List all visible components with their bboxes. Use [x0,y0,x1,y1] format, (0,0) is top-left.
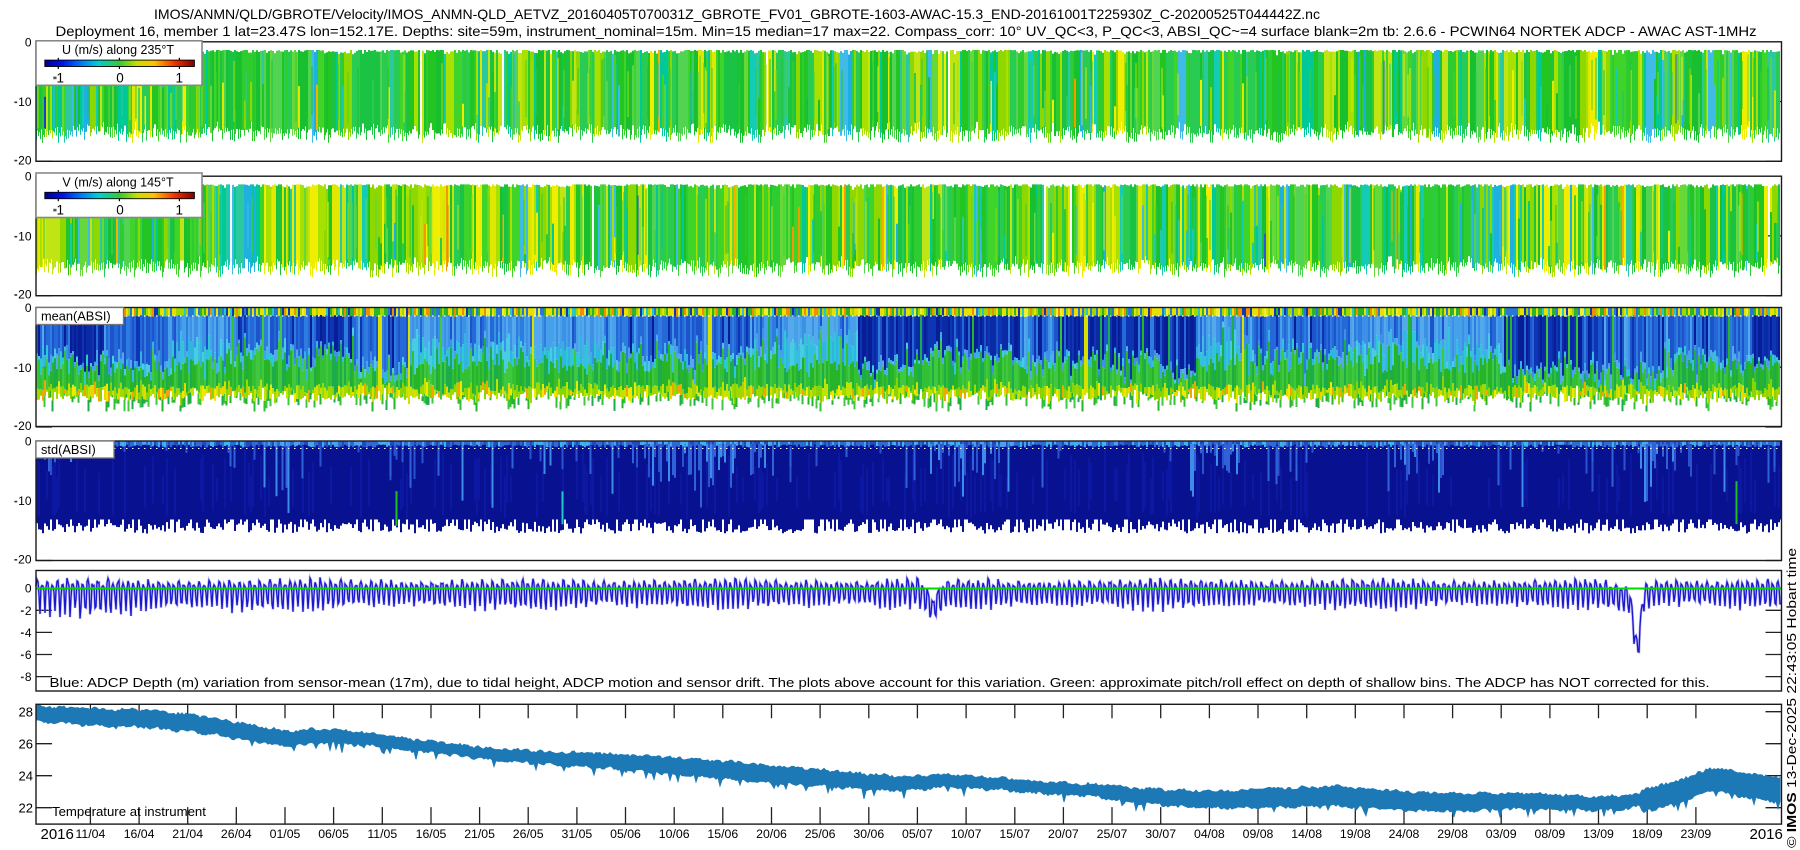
svg-text:20/06: 20/06 [756,827,787,841]
svg-text:2016: 2016 [41,826,74,843]
svg-text:20: 20 [18,288,32,302]
svg-text:05/06: 05/06 [610,827,641,841]
svg-text:26/04: 26/04 [221,827,252,841]
svg-text:0: 0 [25,435,32,449]
svg-text:10: 10 [18,494,32,508]
svg-text:23/09: 23/09 [1681,827,1712,841]
svg-text:20: 20 [18,153,32,167]
svg-text:10/06: 10/06 [659,827,690,841]
svg-text:V (m/s) along 145°T: V (m/s) along 145°T [62,175,174,189]
svg-text:21/05: 21/05 [464,827,495,841]
svg-text:1: 1 [56,70,64,85]
svg-text:IMOS/ANMN/QLD/GBROTE/Velocity/: IMOS/ANMN/QLD/GBROTE/Velocity/IMOS_ANMN-… [154,6,1320,22]
svg-text:© IMOS 13-Dec-2025 22:43:05 Ho: © IMOS 13-Dec-2025 22:43:05 Hobart time [1785,548,1799,848]
svg-text:29/08: 29/08 [1437,827,1468,841]
svg-text:2016: 2016 [1750,826,1783,843]
svg-text:Blue: ADCP Depth (m) variation: Blue: ADCP Depth (m) variation from sens… [50,675,1710,690]
svg-text:10: 10 [18,361,32,375]
svg-text:15/07: 15/07 [999,827,1030,841]
svg-text:13/09: 13/09 [1583,827,1614,841]
svg-text:25/06: 25/06 [805,827,836,841]
svg-text:14/08: 14/08 [1291,827,1322,841]
svg-text:0: 0 [25,35,32,49]
svg-text:09/08: 09/08 [1243,827,1274,841]
svg-text:06/05: 06/05 [318,827,349,841]
svg-text:11/05: 11/05 [367,827,397,841]
svg-text:18/09: 18/09 [1632,827,1663,841]
svg-text:01/05: 01/05 [270,827,301,841]
svg-text:30/06: 30/06 [853,827,884,841]
svg-text:31/05: 31/05 [562,827,593,841]
svg-text:11/04: 11/04 [75,827,105,841]
svg-text:10: 10 [18,95,32,109]
svg-text:8: 8 [25,670,32,684]
svg-text:03/09: 03/09 [1486,827,1517,841]
svg-text:25/07: 25/07 [1097,827,1128,841]
svg-text:16/05: 16/05 [416,827,447,841]
svg-text:1: 1 [176,203,184,218]
svg-text:10/07: 10/07 [951,827,982,841]
svg-text:std(ABSI): std(ABSI) [41,442,96,457]
svg-text:22: 22 [19,801,33,816]
svg-text:10: 10 [18,229,32,243]
svg-text:26/05: 26/05 [513,827,544,841]
svg-text:1: 1 [176,70,184,85]
svg-text:30/07: 30/07 [1145,827,1176,841]
svg-text:6: 6 [25,648,32,662]
svg-text:26: 26 [19,737,33,752]
svg-text:Deployment 16, member 1 lat=23: Deployment 16, member 1 lat=23.47S lon=1… [56,23,1757,39]
svg-text:24/08: 24/08 [1389,827,1420,841]
svg-text:20/07: 20/07 [1048,827,1079,841]
svg-text:mean(ABSI): mean(ABSI) [41,309,111,324]
svg-text:20: 20 [18,419,32,433]
svg-text:1: 1 [56,203,64,218]
svg-text:16/04: 16/04 [124,827,155,841]
svg-text:15/06: 15/06 [707,827,738,841]
svg-text:05/07: 05/07 [902,827,933,841]
svg-text:0: 0 [25,301,32,315]
svg-text:0: 0 [25,582,32,596]
svg-text:0: 0 [116,70,124,85]
svg-text:U (m/s) along 235°T: U (m/s) along 235°T [62,43,174,57]
svg-text:04/08: 04/08 [1194,827,1225,841]
svg-text:0: 0 [25,170,32,184]
svg-text:20: 20 [18,553,32,567]
svg-text:08/09: 08/09 [1535,827,1566,841]
svg-text:28: 28 [19,705,33,720]
svg-text:24: 24 [19,769,33,784]
svg-text:2: 2 [25,604,32,618]
svg-text:4: 4 [25,626,32,640]
svg-text:0: 0 [116,203,124,218]
svg-text:19/08: 19/08 [1340,827,1371,841]
svg-text:21/04: 21/04 [172,827,203,841]
svg-text:Temperature at instrument: Temperature at instrument [52,804,206,819]
